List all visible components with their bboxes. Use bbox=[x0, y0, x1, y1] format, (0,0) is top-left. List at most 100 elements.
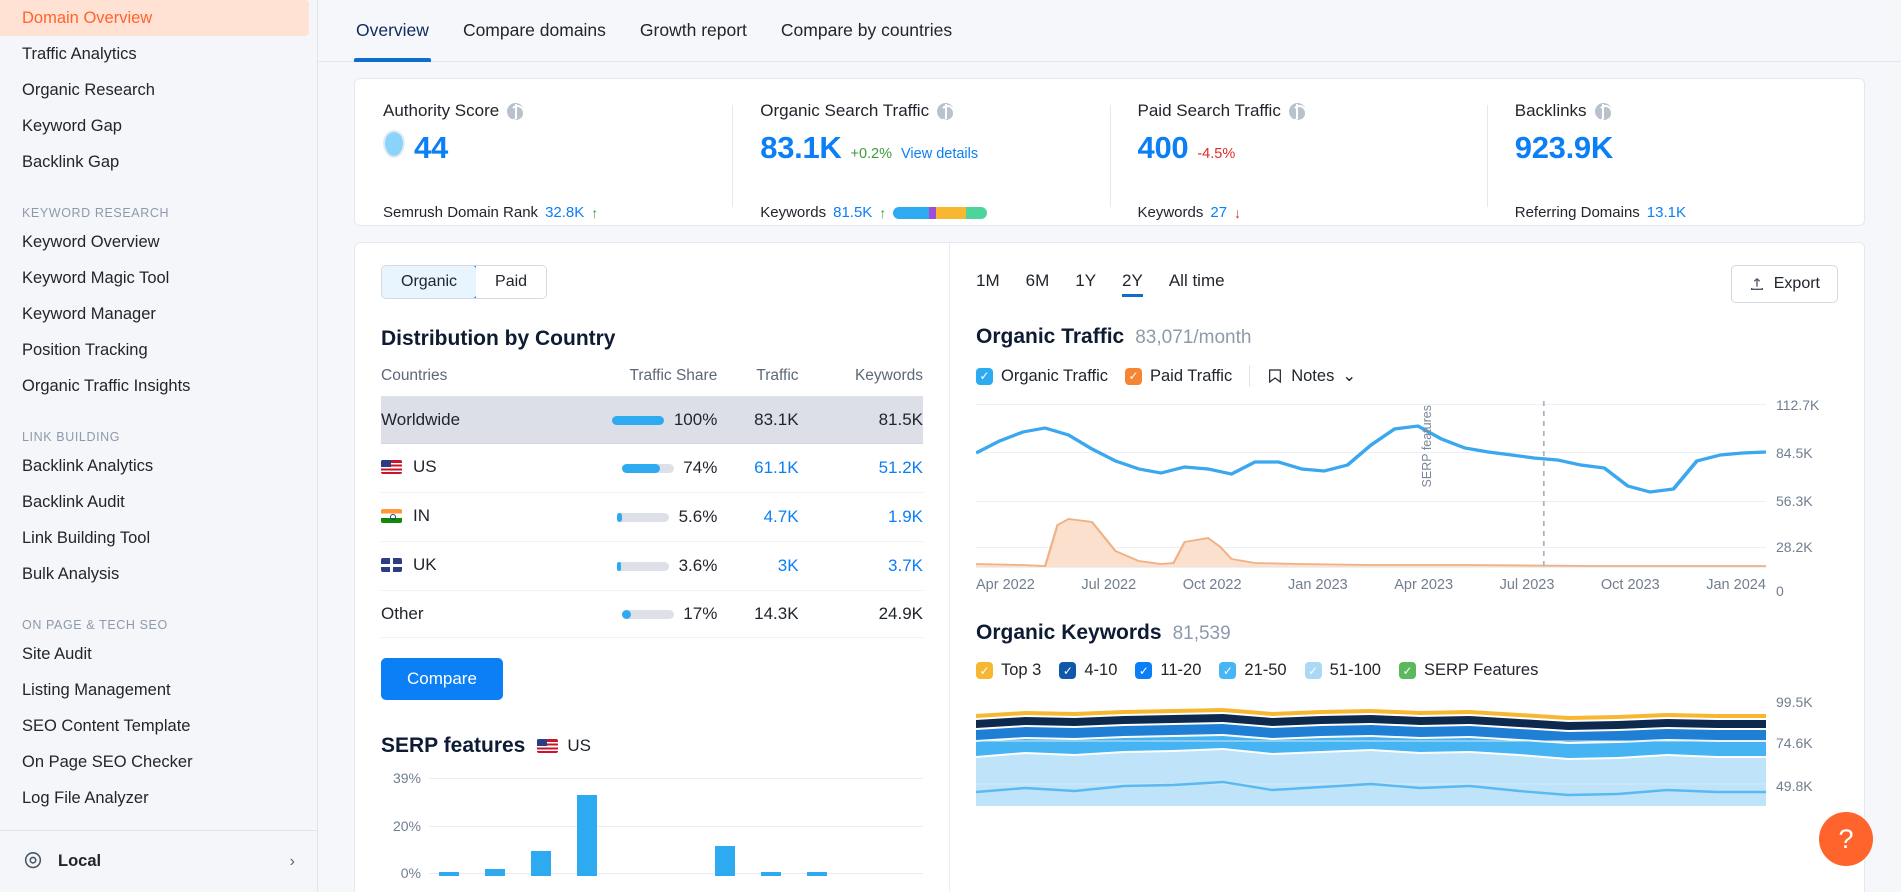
sidebar-item-organic-traffic-insights[interactable]: Organic Traffic Insights bbox=[0, 368, 317, 404]
legend-paid-traffic[interactable]: ✓ Paid Traffic bbox=[1124, 367, 1232, 386]
help-button[interactable]: ? bbox=[1819, 812, 1873, 866]
ytick: 74.6K bbox=[1776, 735, 1813, 752]
col-traffic[interactable]: Traffic bbox=[717, 367, 799, 397]
keywords-link[interactable]: 1.9K bbox=[888, 507, 923, 526]
sidebar-item-keyword-manager[interactable]: Keyword Manager bbox=[0, 296, 317, 332]
sidebar-item-site-audit[interactable]: Site Audit bbox=[0, 636, 317, 672]
organic-traffic-chart[interactable]: 112.7K 84.5K 56.3K 28.2K 0 SERP features… bbox=[976, 397, 1838, 599]
period-1y[interactable]: 1Y bbox=[1075, 271, 1096, 297]
tab-compare-by-countries[interactable]: Compare by countries bbox=[779, 0, 954, 62]
sidebar-item-label: On Page SEO Checker bbox=[22, 752, 193, 771]
sidebar-item-label: Keyword Gap bbox=[22, 116, 122, 135]
sidebar-item-label: Bulk Analysis bbox=[22, 564, 120, 583]
kpi-foot-label: Keywords bbox=[760, 204, 827, 221]
table-row[interactable]: IN 5.6% 4.7K 1.9K bbox=[381, 492, 923, 542]
table-row[interactable]: Worldwide 100% 83.1K 81.5K bbox=[381, 396, 923, 444]
traffic-link[interactable]: 4.7K bbox=[764, 507, 799, 526]
sidebar-item-listing-management[interactable]: Listing Management bbox=[0, 672, 317, 708]
organic-keywords-chart[interactable]: 99.5K 74.6K 49.8K bbox=[976, 694, 1838, 806]
period-1m[interactable]: 1M bbox=[976, 271, 1000, 297]
legend-label: SERP Features bbox=[1423, 661, 1539, 679]
export-button[interactable]: Export bbox=[1730, 265, 1838, 303]
sidebar-item-backlink-audit[interactable]: Backlink Audit bbox=[0, 484, 317, 520]
sidebar-item-backlink-analytics[interactable]: Backlink Analytics bbox=[0, 448, 317, 484]
traffic-link[interactable]: 3K bbox=[778, 556, 799, 575]
traffic-link[interactable]: 61.1K bbox=[754, 458, 798, 477]
kpi-header: Paid Search Traffic bbox=[1138, 101, 1459, 122]
tab-overview[interactable]: Overview bbox=[354, 0, 431, 62]
sidebar-item-backlink-gap[interactable]: Backlink Gap bbox=[0, 144, 317, 180]
kpi-foot-value[interactable]: 32.8K bbox=[545, 204, 584, 221]
globe-icon[interactable] bbox=[937, 102, 956, 122]
sidebar-item-domain-overview[interactable]: Domain Overview bbox=[0, 0, 309, 36]
kpi-foot-value[interactable]: 81.5K bbox=[833, 204, 872, 221]
keywords-link[interactable]: 3.7K bbox=[888, 556, 923, 575]
checkbox-checked-icon[interactable]: ✓ bbox=[1124, 367, 1142, 385]
legend-11-20[interactable]: ✓ 11-20 bbox=[1135, 661, 1201, 680]
col-keywords[interactable]: Keywords bbox=[798, 367, 923, 397]
sidebar-item-log-file-analyzer[interactable]: Log File Analyzer bbox=[0, 780, 317, 816]
toggle-paid[interactable]: Paid bbox=[476, 266, 547, 298]
compare-button[interactable]: Compare bbox=[381, 658, 503, 700]
serp-country-label: US bbox=[567, 736, 591, 755]
toggle-organic[interactable]: Organic bbox=[382, 266, 478, 298]
legend-organic-traffic[interactable]: ✓ Organic Traffic bbox=[976, 367, 1108, 386]
legend-51-100[interactable]: ✓ 51-100 bbox=[1304, 661, 1381, 680]
legend-4-10[interactable]: ✓ 4-10 bbox=[1059, 661, 1117, 680]
sidebar-item-seo-content-template[interactable]: SEO Content Template bbox=[0, 708, 317, 744]
tab-growth-report[interactable]: Growth report bbox=[638, 0, 749, 62]
table-row[interactable]: US 74% 61.1K 51.2K bbox=[381, 443, 923, 493]
cell-traffic-share: 17% bbox=[525, 590, 718, 638]
col-countries[interactable]: Countries bbox=[381, 367, 526, 397]
kpi-foot-value[interactable]: 27 bbox=[1210, 204, 1227, 221]
cell-country: UK bbox=[381, 541, 526, 591]
sidebar-footer-local[interactable]: Local › bbox=[0, 830, 317, 892]
sidebar-item-traffic-analytics[interactable]: Traffic Analytics bbox=[0, 36, 317, 72]
checkbox-checked-icon[interactable]: ✓ bbox=[976, 662, 993, 679]
notes-dropdown[interactable]: Notes ⌄ bbox=[1267, 366, 1356, 386]
sidebar-item-on-page-seo-checker[interactable]: On Page SEO Checker bbox=[0, 744, 317, 780]
kpi-backlinks: Backlinks 923.9K Referring Domains 13.1K bbox=[1486, 101, 1864, 225]
globe-icon[interactable] bbox=[1288, 102, 1307, 122]
cell-country: IN bbox=[381, 492, 526, 542]
sidebar-item-position-tracking[interactable]: Position Tracking bbox=[0, 332, 317, 368]
checkbox-checked-icon[interactable]: ✓ bbox=[1219, 662, 1237, 679]
legend-label: 21-50 bbox=[1244, 661, 1287, 679]
checkbox-checked-icon[interactable]: ✓ bbox=[1398, 662, 1416, 679]
share-bar bbox=[621, 610, 674, 620]
sidebar-item-keyword-magic-tool[interactable]: Keyword Magic Tool bbox=[0, 260, 317, 296]
legend-top-3[interactable]: ✓ Top 3 bbox=[976, 661, 1041, 680]
country-label: Worldwide bbox=[381, 410, 461, 429]
sidebar-item-organic-research[interactable]: Organic Research bbox=[0, 72, 317, 108]
checkbox-checked-icon[interactable]: ✓ bbox=[976, 367, 993, 385]
kpi-title: Authority Score bbox=[383, 101, 500, 120]
col-traffic-share[interactable]: Traffic Share bbox=[525, 367, 718, 397]
cell-keywords: 24.9K bbox=[798, 590, 923, 638]
globe-icon[interactable] bbox=[507, 102, 526, 122]
sidebar-item-bulk-analysis[interactable]: Bulk Analysis bbox=[0, 556, 317, 592]
globe-icon[interactable] bbox=[1594, 102, 1613, 122]
sidebar-item-link-building-tool[interactable]: Link Building Tool bbox=[0, 520, 317, 556]
xtick: Jul 2022 bbox=[1081, 577, 1137, 593]
kpi-value-row: 44 bbox=[383, 130, 704, 166]
sidebar-item-keyword-gap[interactable]: Keyword Gap bbox=[0, 108, 317, 144]
kpi-value: 83.1K bbox=[760, 130, 842, 165]
checkbox-checked-icon[interactable]: ✓ bbox=[1135, 662, 1153, 679]
checkbox-checked-icon[interactable]: ✓ bbox=[1059, 662, 1077, 679]
organic-paid-toggle[interactable]: Organic Paid bbox=[381, 265, 548, 299]
period-2y[interactable]: 2Y bbox=[1122, 271, 1143, 297]
view-details-link[interactable]: View details bbox=[901, 146, 978, 162]
distribution-panel: Organic Paid Distribution by Country Cou… bbox=[355, 243, 950, 892]
legend-serp-features[interactable]: ✓ SERP Features bbox=[1398, 661, 1539, 680]
period-all-time[interactable]: All time bbox=[1169, 271, 1225, 297]
keywords-link[interactable]: 51.2K bbox=[879, 458, 923, 477]
tab-compare-domains[interactable]: Compare domains bbox=[461, 0, 608, 62]
kpi-foot-value[interactable]: 13.1K bbox=[1647, 204, 1686, 221]
kpi-value-row: 83.1K +0.2% View details bbox=[760, 130, 1081, 166]
checkbox-checked-icon[interactable]: ✓ bbox=[1304, 662, 1322, 679]
table-row[interactable]: Other 17% 14.3K 24.9K bbox=[381, 590, 923, 638]
legend-21-50[interactable]: ✓ 21-50 bbox=[1219, 661, 1287, 680]
period-6m[interactable]: 6M bbox=[1026, 271, 1050, 297]
sidebar-item-keyword-overview[interactable]: Keyword Overview bbox=[0, 224, 317, 260]
table-row[interactable]: UK 3.6% 3K 3.7K bbox=[381, 541, 923, 591]
